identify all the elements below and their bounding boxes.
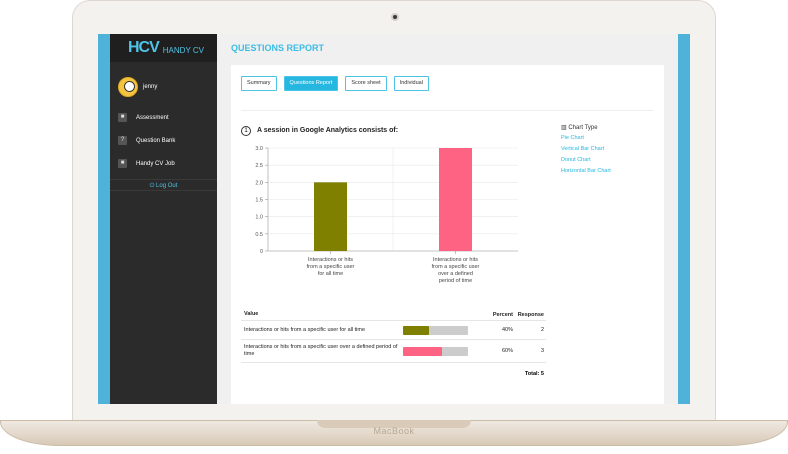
sidebar-menu: ■ Assessment ? Question Bank ■ Handy CV …: [110, 106, 217, 175]
progress-fill: [403, 325, 429, 335]
user-name: jenny: [143, 84, 158, 90]
table-row: Interactions or hits from a specific use…: [241, 340, 546, 363]
x-tick-label: period of time: [439, 278, 472, 284]
row-value: Interactions or hits from a specific use…: [244, 326, 366, 333]
divider: [241, 110, 653, 111]
sidebar: HCV HANDY CV jenny ■ Assessment ? Questi…: [110, 34, 217, 404]
header-response: Response: [517, 311, 544, 318]
logo-text: HANDY CV: [162, 45, 204, 55]
bar: [439, 148, 472, 251]
bar-chart: 00.51.01.52.02.53.0Interactions or hitsf…: [255, 146, 518, 284]
report-card: Summary Questions Report Score sheet Ind…: [231, 65, 664, 404]
main-content: QUESTIONS REPORT Summary Questions Repor…: [217, 34, 678, 404]
sidebar-item-question-bank[interactable]: ? Question Bank: [110, 129, 217, 152]
table-total: Total: 5: [524, 371, 544, 377]
screen: HCV HANDY CV jenny ■ Assessment ? Questi…: [98, 34, 690, 404]
suitcase-icon: ■: [118, 159, 127, 168]
row-bar: [403, 346, 483, 356]
logo[interactable]: HCV HANDY CV: [110, 34, 217, 62]
y-tick-label: 2.0: [255, 180, 263, 186]
header-percent: Percent: [492, 311, 513, 318]
results-table: Value Percent Response Interactions or h…: [241, 309, 546, 377]
avatar: [118, 77, 138, 97]
page-title: QUESTIONS REPORT: [231, 43, 325, 53]
x-tick-label: from a specific user: [432, 264, 480, 270]
header-value: Value: [244, 311, 259, 317]
progress-track: [403, 346, 468, 356]
y-tick-label: 3.0: [255, 146, 263, 152]
row-response: 3: [540, 348, 544, 354]
camera-icon: [391, 13, 399, 21]
chart-type-pie[interactable]: Pie Chart: [561, 135, 661, 146]
sidebar-item-label: Question Bank: [136, 137, 176, 144]
row-bar: [403, 325, 483, 335]
tab-individual[interactable]: Individual: [393, 76, 429, 91]
screen-edge-left: [98, 34, 110, 404]
question-icon: ?: [118, 136, 127, 145]
chart-type-title: ▥ Chart Type: [561, 124, 661, 131]
row-value: Interactions or hits from a specific use…: [244, 344, 398, 357]
y-tick-label: 0: [260, 249, 263, 255]
chart-type-vertical-bar[interactable]: Vertical Bar Chart: [561, 146, 661, 157]
y-tick-label: 0.5: [255, 232, 263, 238]
row-percent: 60%: [501, 348, 513, 354]
tab-questions-report[interactable]: Questions Report: [283, 76, 339, 91]
sidebar-item-label: Assessment: [136, 114, 169, 121]
y-tick-label: 2.5: [255, 163, 263, 169]
row-percent: 40%: [501, 327, 513, 333]
user-profile[interactable]: jenny: [110, 62, 217, 104]
sidebar-item-label: Handy CV Job: [136, 160, 175, 167]
sidebar-item-handy-cv-job[interactable]: ■ Handy CV Job: [110, 152, 217, 175]
report-tabs: Summary Questions Report Score sheet Ind…: [241, 76, 436, 91]
chart-type-donut[interactable]: Donut Chart: [561, 157, 661, 168]
tab-summary[interactable]: Summary: [241, 76, 277, 91]
x-tick-label: Interactions or hits: [308, 257, 353, 263]
chart-type-panel: ▥ Chart Type Pie Chart Vertical Bar Char…: [561, 124, 661, 179]
chart-type-horizontal-bar[interactable]: Horizontal Bar Chart: [561, 168, 661, 179]
logo-mark: HCV: [128, 39, 160, 56]
power-icon: ⏻: [149, 183, 155, 189]
question-text: A session in Google Analytics consists o…: [257, 127, 399, 134]
row-response: 2: [540, 327, 544, 333]
sidebar-item-assessment[interactable]: ■ Assessment: [110, 106, 217, 129]
progress-fill: [403, 346, 442, 356]
logout-button[interactable]: ⏻ Log Out: [110, 179, 217, 191]
question-number: 1: [241, 126, 251, 136]
logout-label: Log Out: [156, 183, 178, 189]
table-header: Value Percent Response: [241, 309, 546, 321]
briefcase-icon: ■: [118, 113, 127, 122]
screen-edge-right: [678, 34, 690, 404]
bar: [314, 182, 347, 251]
x-tick-label: from a specific user: [307, 264, 355, 270]
tab-score-sheet[interactable]: Score sheet: [345, 76, 387, 91]
y-tick-label: 1.5: [255, 198, 263, 204]
progress-track: [403, 325, 468, 335]
bar-chart-icon: ▥: [561, 125, 567, 131]
x-tick-label: for all time: [318, 271, 343, 277]
chart-type-label: Chart Type: [568, 125, 598, 131]
table-row: Interactions or hits from a specific use…: [241, 321, 546, 340]
y-tick-label: 1.0: [255, 215, 263, 221]
x-tick-label: Interactions or hits: [433, 257, 478, 263]
x-tick-label: over a defined: [438, 271, 473, 277]
device-brand: MacBook: [373, 426, 415, 436]
